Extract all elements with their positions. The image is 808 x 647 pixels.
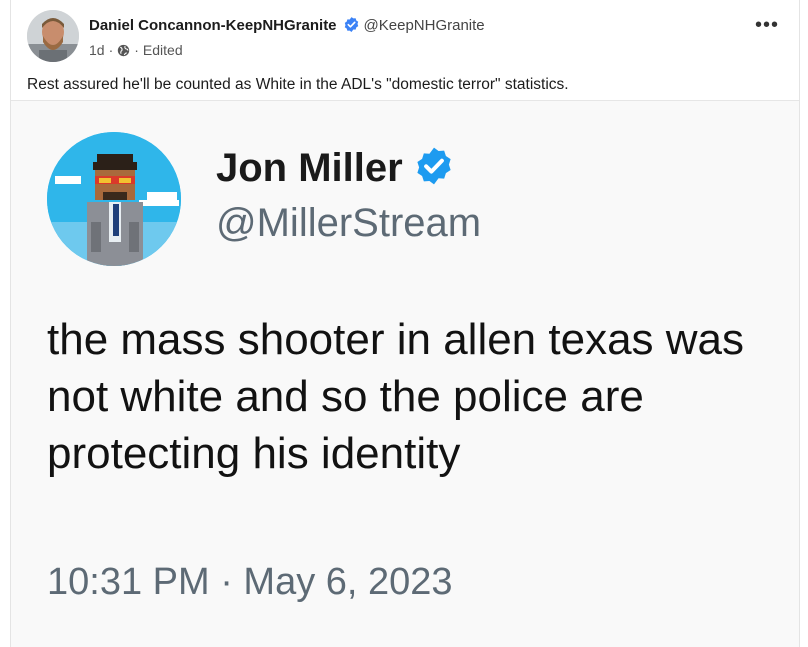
post-meta: 1d · · Edited xyxy=(89,42,183,58)
verified-badge-icon xyxy=(343,16,360,33)
post-time[interactable]: 1d xyxy=(89,42,105,58)
author-name[interactable]: Daniel Concannon-KeepNHGranite xyxy=(89,17,337,34)
author-handle[interactable]: @KeepNHGranite xyxy=(364,17,485,34)
verified-badge-icon xyxy=(413,145,455,187)
embed-author-name: Jon Miller xyxy=(216,145,455,191)
post-header: Daniel Concannon-KeepNHGranite @KeepNHGra… xyxy=(27,10,787,66)
embed-avatar xyxy=(47,132,181,266)
embed-handle: @MillerStream xyxy=(216,201,482,245)
embedded-tweet-image[interactable]: Jon Miller @MillerStream the mass shoote… xyxy=(11,101,799,647)
embed-timestamp: 10:31 PM · May 6, 2023 xyxy=(47,561,453,603)
embed-name-text: Jon Miller xyxy=(216,146,403,190)
separator-dot: · xyxy=(134,42,139,58)
embed-body-text: the mass shooter in allen texas was not … xyxy=(47,315,745,478)
separator-dot: · xyxy=(108,42,114,58)
author-line: Daniel Concannon-KeepNHGranite @KeepNHGra… xyxy=(89,16,485,34)
globe-icon xyxy=(117,44,130,57)
more-options-icon[interactable]: ••• xyxy=(753,15,781,38)
edited-label[interactable]: Edited xyxy=(143,42,183,58)
post-text: Rest assured he'll be counted as White i… xyxy=(27,76,569,93)
author-avatar[interactable] xyxy=(27,10,79,62)
post-card: Daniel Concannon-KeepNHGranite @KeepNHGra… xyxy=(10,0,800,647)
